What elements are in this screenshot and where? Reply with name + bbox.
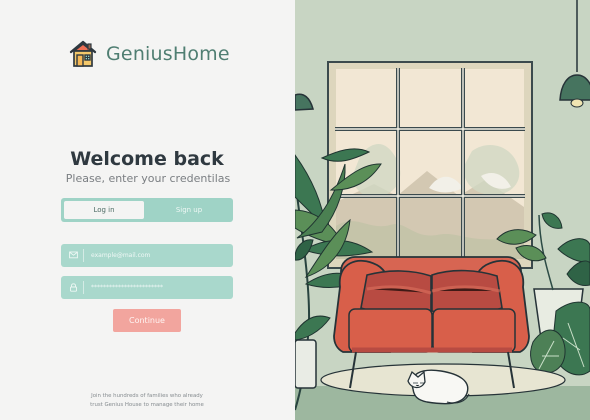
credentials-subtitle: Please, enter your credentilas xyxy=(65,172,231,185)
login-panel: GeniusHome Welcome back Please, enter yo… xyxy=(0,0,295,420)
welcome-heading: Welcome back xyxy=(70,148,224,170)
footer-message: Join the hundreds of families who alread… xyxy=(54,392,240,410)
footer-line: Join the hundreds of families who alread… xyxy=(91,393,203,399)
password-field-divider xyxy=(83,281,84,294)
living-room-scene xyxy=(295,0,590,420)
mail-icon xyxy=(69,251,78,259)
password-input[interactable] xyxy=(91,276,221,299)
login-tab[interactable]: Log in xyxy=(64,201,144,219)
email-input[interactable] xyxy=(91,244,221,267)
brand-name: GeniusHome xyxy=(106,42,230,65)
footer-line: trust Genius House to manage their home xyxy=(90,402,204,408)
continue-button[interactable]: Continue xyxy=(113,309,181,332)
signup-tab[interactable]: Sign up xyxy=(148,201,230,219)
auth-tabs: Log in Sign up xyxy=(61,198,233,222)
email-field-divider xyxy=(83,249,84,262)
login-page: GeniusHome Welcome back Please, enter yo… xyxy=(0,0,590,420)
house-icon xyxy=(69,40,97,67)
lock-icon xyxy=(70,283,77,292)
password-field[interactable] xyxy=(61,276,233,299)
living-room-illustration xyxy=(295,0,590,420)
email-field[interactable] xyxy=(61,244,233,267)
brand-logo: GeniusHome xyxy=(67,37,237,71)
